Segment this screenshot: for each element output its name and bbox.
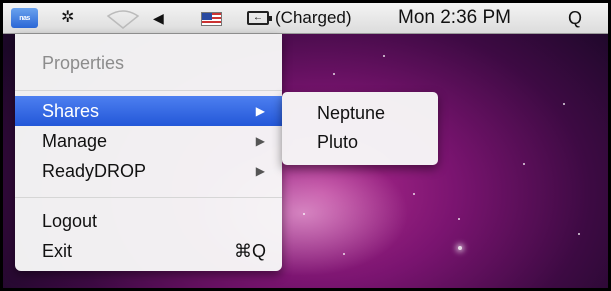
volume-icon[interactable]: ◀ <box>153 3 164 33</box>
menu-item-manage[interactable]: Manage ▶ <box>15 127 282 155</box>
spotlight-icon[interactable]: Q <box>568 3 582 33</box>
screen-frame: nas ✲ ◀ ← (Charged) Mon 2:36 PM Q Proper… <box>0 0 611 291</box>
submenu-arrow-icon: ▶ <box>255 164 265 178</box>
share-item-pluto[interactable]: Pluto <box>282 129 438 155</box>
menu-item-readydrop[interactable]: ReadyDROP ▶ <box>15 157 282 185</box>
exit-shortcut: ⌘Q <box>233 241 266 261</box>
netgear-readynas-icon[interactable]: nas <box>11 8 38 28</box>
menu-separator <box>15 197 282 198</box>
menu-bar-clock[interactable]: Mon 2:36 PM <box>398 3 511 33</box>
wifi-icon[interactable] <box>106 9 140 29</box>
shares-submenu: Neptune Pluto <box>282 92 438 165</box>
battery-status: (Charged) <box>275 8 352 27</box>
menu-bar: nas ✲ ◀ ← (Charged) Mon 2:36 PM Q <box>3 3 608 34</box>
share-item-neptune[interactable]: Neptune <box>282 100 438 126</box>
submenu-arrow-icon: ▶ <box>255 104 265 118</box>
menu-item-properties: Properties <box>42 53 125 73</box>
battery-icon[interactable]: ← <box>247 11 272 25</box>
us-flag-icon[interactable] <box>201 12 222 26</box>
readynas-menu: Properties Shares ▶ Manage ▶ ReadyDROP ▶… <box>15 34 282 271</box>
submenu-arrow-icon: ▶ <box>255 134 265 148</box>
menu-item-exit[interactable]: Exit ⌘Q <box>15 237 282 265</box>
menu-item-logout[interactable]: Logout <box>15 207 282 235</box>
menu-separator <box>15 90 282 91</box>
bluetooth-icon[interactable]: ✲ <box>61 3 74 33</box>
menu-item-shares[interactable]: Shares ▶ <box>15 96 282 126</box>
